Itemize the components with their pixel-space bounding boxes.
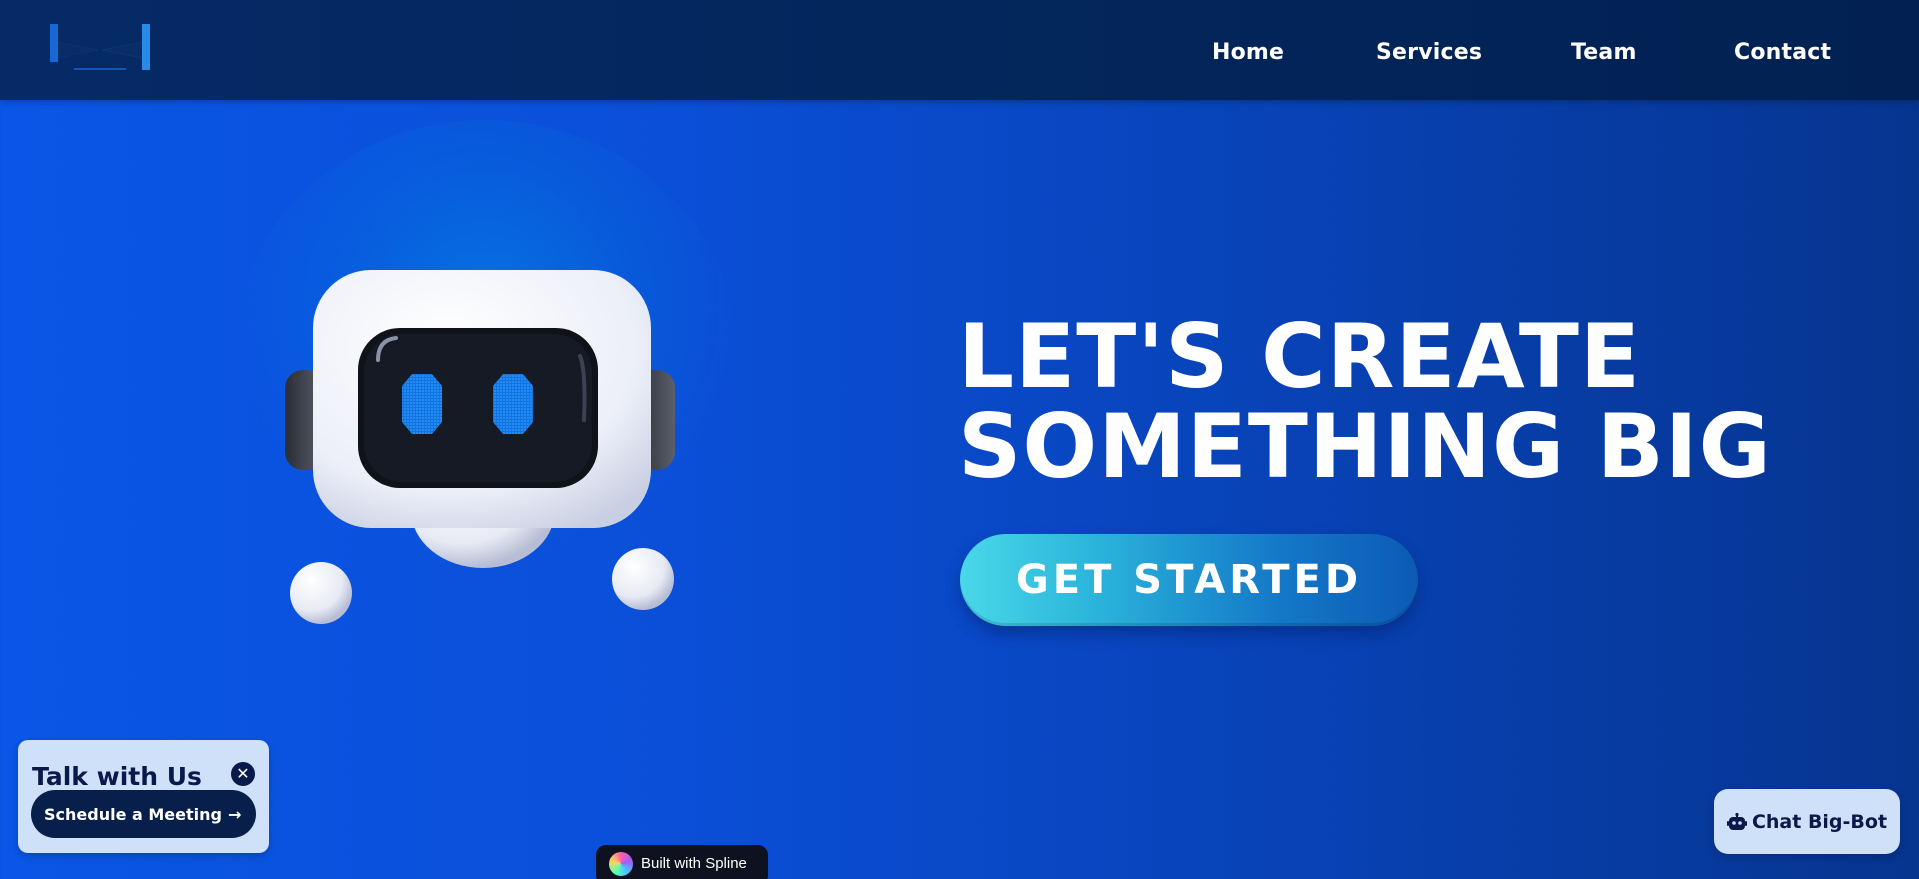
built-with-spline-badge[interactable]: Built with Spline (596, 845, 768, 879)
nav-services[interactable]: Services (1376, 40, 1482, 65)
logo-icon[interactable] (48, 22, 152, 78)
nav-home[interactable]: Home (1212, 40, 1284, 65)
spline-logo-icon (609, 852, 633, 876)
talk-with-us-card: Talk with Us ✕ Schedule a Meeting → (18, 740, 269, 853)
nav-contact[interactable]: Contact (1734, 40, 1831, 65)
robot-icon (1726, 812, 1747, 831)
hero-title-line2: SOMETHING BIG (958, 395, 1772, 498)
site-header: Home Services Team Contact (0, 0, 1919, 100)
schedule-meeting-label: Schedule a Meeting (44, 804, 222, 824)
chat-bot-label: Chat Big-Bot (1751, 810, 1888, 833)
hero-title-line1: LET'S CREATE (958, 305, 1642, 408)
talk-card-title: Talk with Us (32, 762, 202, 791)
chat-bot-button[interactable]: Chat Big-Bot (1714, 789, 1900, 854)
nav-team[interactable]: Team (1571, 40, 1637, 65)
hero-title: LET'S CREATE SOMETHING BIG (958, 312, 1838, 492)
get-started-button[interactable]: GET STARTED (960, 534, 1418, 626)
schedule-meeting-button[interactable]: Schedule a Meeting → (31, 790, 256, 838)
spline-label: Built with Spline (641, 855, 747, 872)
close-icon[interactable]: ✕ (231, 762, 255, 786)
arrow-right-icon: → (227, 804, 242, 824)
robot-illustration (280, 260, 680, 630)
